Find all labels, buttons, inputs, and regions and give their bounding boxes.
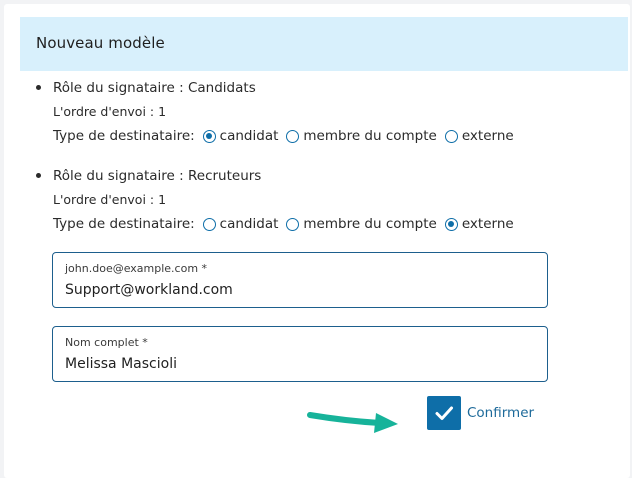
bullet-icon	[36, 85, 41, 90]
full-name-input[interactable]	[65, 354, 525, 374]
bullet-icon	[36, 173, 41, 178]
radio-option-externe[interactable]: externe	[444, 126, 514, 146]
page-title: Nouveau modèle	[36, 34, 165, 52]
recipient-type-group: Type de destinataire: candidat membre du…	[53, 126, 514, 146]
radio-option-label: externe	[461, 128, 514, 144]
signer-role: Rôle du signataire : Recruteurs	[53, 168, 262, 184]
confirm-label: Confirmer	[467, 405, 535, 421]
radio-unchecked-icon[interactable]	[202, 217, 216, 231]
recipient-type-group: Type de destinataire: candidat membre du…	[53, 214, 514, 234]
recipient-type-label: Type de destinataire:	[53, 128, 195, 144]
email-input[interactable]	[65, 280, 525, 300]
radio-option-label: candidat	[219, 128, 279, 144]
radio-option-membre-du-compte[interactable]: membre du compte	[286, 126, 437, 146]
radio-option-membre-du-compte[interactable]: membre du compte	[286, 214, 437, 234]
radio-option-label: membre du compte	[303, 128, 437, 144]
full-name-field[interactable]: Nom complet *	[52, 326, 548, 382]
email-field-label: john.doe@example.com *	[65, 262, 208, 275]
signer-role: Rôle du signataire : Candidats	[53, 80, 256, 96]
annotation-arrow-icon	[307, 412, 398, 433]
radio-option-externe[interactable]: externe	[444, 214, 514, 234]
recipient-type-label: Type de destinataire:	[53, 216, 195, 232]
radio-option-label: externe	[461, 216, 514, 232]
radio-option-candidat[interactable]: candidat	[202, 126, 279, 146]
radio-unchecked-icon[interactable]	[286, 129, 300, 143]
signer-order: L'ordre d'envoi : 1	[53, 192, 167, 207]
radio-checked-icon[interactable]	[444, 217, 458, 231]
email-field[interactable]: john.doe@example.com *	[52, 252, 548, 308]
radio-unchecked-icon[interactable]	[286, 217, 300, 231]
radio-option-label: candidat	[219, 216, 279, 232]
radio-option-label: membre du compte	[303, 216, 437, 232]
check-icon[interactable]	[427, 396, 461, 430]
radio-unchecked-icon[interactable]	[444, 129, 458, 143]
radio-checked-icon[interactable]	[202, 129, 216, 143]
signer-order: L'ordre d'envoi : 1	[53, 104, 167, 119]
confirm-button[interactable]: Confirmer	[427, 396, 534, 430]
radio-option-candidat[interactable]: candidat	[202, 214, 279, 234]
full-name-field-label: Nom complet *	[65, 336, 148, 349]
card-header: Nouveau modèle	[20, 17, 628, 71]
